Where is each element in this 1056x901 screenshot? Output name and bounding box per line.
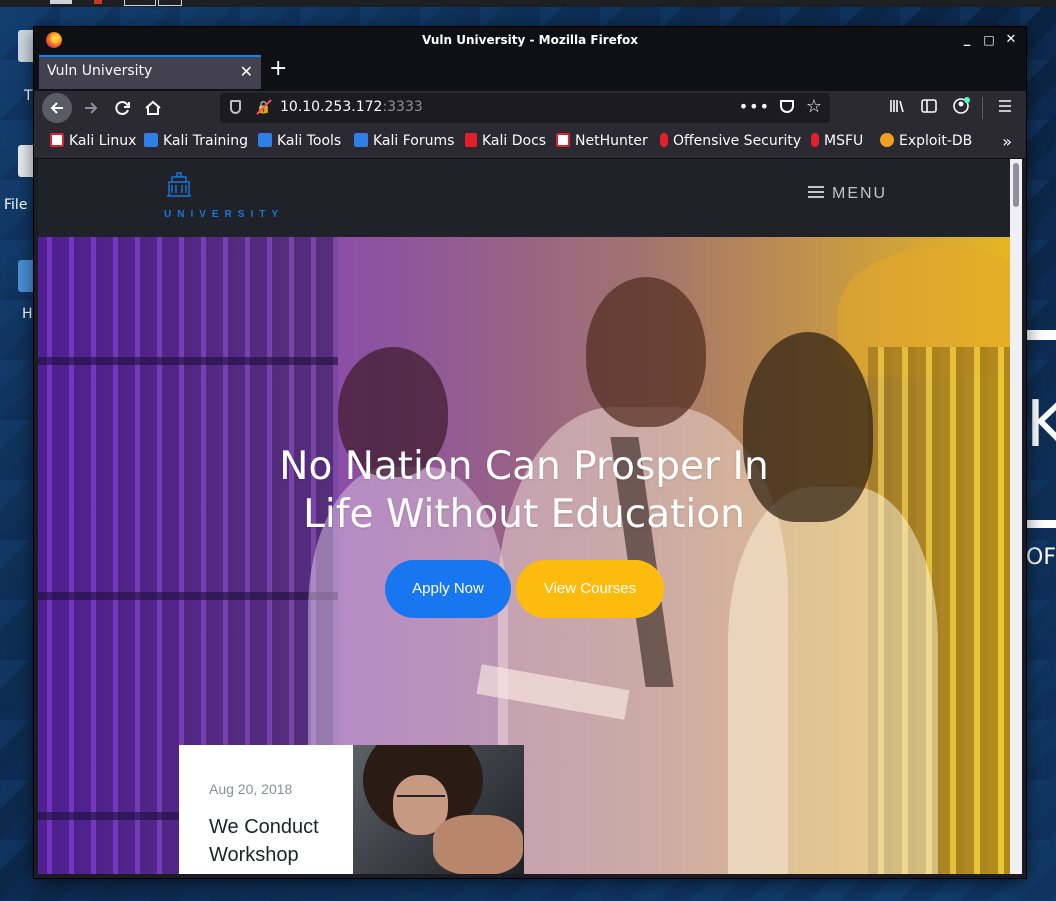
kali-tools-icon [258,133,272,147]
kali-forums-icon [354,133,368,147]
firefox-window: Vuln University - Mozilla Firefox _ □ ✕ … [34,27,1026,878]
desktop-panel [0,0,1056,7]
hero-title-line-1: No Nation Can Prosper In [279,444,769,489]
bookmark-star-icon[interactable]: ☆ [806,96,822,117]
tab-close-icon[interactable]: ✕ [240,62,253,81]
tab-title: Vuln University [47,63,153,79]
reload-icon [115,101,130,115]
kali-icon [50,133,64,147]
sidebar-icon[interactable] [920,97,938,119]
apply-now-button[interactable]: Apply Now [385,560,511,618]
tracking-protection-shield-icon[interactable] [230,100,241,114]
event-date: Aug 20, 2018 [209,781,293,797]
bookmarks-overflow-chevron-icon[interactable]: » [1002,132,1012,151]
event-title[interactable]: We Conduct Workshop [209,813,349,869]
home-button[interactable] [138,93,168,123]
bookmark-label: Offensive Security [673,133,802,149]
bookmark-label: Kali Forums [373,133,455,149]
desktop-label-trash: T [24,88,33,104]
kali-wallpaper-logo: K OF [1026,330,1056,590]
workspace-2[interactable] [158,0,182,6]
event-image-arm [433,815,523,874]
page-scrollbar[interactable] [1010,159,1022,874]
insecure-connection-icon[interactable]: 🔒 [256,100,271,114]
pocket-icon[interactable] [780,100,794,113]
bookmark-kali-linux[interactable]: Kali Linux [50,133,136,149]
minimize-button[interactable]: _ [958,31,976,49]
new-tab-button[interactable]: + [269,58,287,80]
tab-bar: Vuln University ✕ [34,53,1026,91]
library-icon[interactable] [888,97,906,119]
desktop-label-home: H [22,306,33,322]
back-button[interactable] [42,93,72,123]
bookmark-kali-tools[interactable]: Kali Tools [258,133,341,149]
bookmark-kali-forums[interactable]: Kali Forums [354,133,454,149]
bookmark-exploit-db[interactable]: Exploit-DB [880,133,972,149]
bookmark-label: Exploit-DB [899,133,973,149]
account-icon[interactable] [952,97,972,119]
event-image[interactable] [353,745,524,874]
kali-docs-icon [465,133,477,147]
university-building-icon[interactable] [164,169,194,199]
bookmark-label: Kali Linux [69,133,137,149]
bookmark-kali-training[interactable]: Kali Training [144,133,248,149]
reload-button[interactable] [108,93,138,123]
url-bar[interactable]: 🔒 10.10.253.172:3333 ••• ☆ [220,93,830,123]
toolbar-separator [982,97,983,119]
page-viewport: UNIVERSITY MENU No Nation Can Prosper In… [38,159,1010,874]
scrollbar-thumb[interactable] [1013,163,1019,207]
msfu-icon [811,133,819,147]
hamburger-menu-icon[interactable] [996,97,1014,119]
tab-vuln-university[interactable]: Vuln University ✕ [39,55,261,89]
bookmarks-toolbar: Kali Linux Kali Training Kali Tools Kali… [34,127,1026,159]
site-logo-text[interactable]: UNIVERSITY [164,209,284,220]
hero-banner: No Nation Can Prosper In Life Without Ed… [38,237,1010,874]
bookmark-label: Kali Tools [277,133,342,149]
home-icon [145,100,161,115]
panel-item[interactable] [94,0,102,4]
title-bar: Vuln University - Mozilla Firefox _ □ ✕ [34,27,1026,53]
panel-item[interactable] [50,0,72,4]
site-header: UNIVERSITY MENU [38,159,1010,237]
bookmark-label: NetHunter [575,133,648,149]
menu-label: MENU [832,185,888,202]
bookmark-offensive-security[interactable]: Offensive Security [660,133,801,149]
bookmark-label: MSFU [824,133,864,149]
exploitdb-icon [880,133,894,147]
nethunter-icon [556,133,570,147]
shelf-board [38,357,338,365]
page-actions-menu-icon[interactable]: ••• [739,97,770,116]
view-courses-button[interactable]: View Courses [516,560,664,618]
hamburger-icon [808,186,824,198]
navigation-toolbar: 🔒 10.10.253.172:3333 ••• ☆ [34,91,1026,127]
back-arrow-icon [50,102,63,114]
forward-arrow-icon [85,102,98,114]
bookmark-msfu[interactable]: MSFU [811,133,863,149]
student-center-head [586,277,706,427]
student-right [728,487,938,874]
desktop-label-file-system: File [4,197,28,213]
event-image-glasses [397,795,445,807]
url-port: :3333 [382,99,423,115]
kali-training-icon [144,133,158,147]
forward-button[interactable] [76,93,106,123]
workspace-1[interactable] [124,0,156,6]
url-host: 10.10.253.172 [280,99,383,115]
maximize-button[interactable]: □ [980,31,998,49]
bookmark-label: Kali Docs [482,133,547,149]
event-card[interactable]: Aug 20, 2018 We Conduct Workshop [179,745,353,874]
bookmark-nethunter[interactable]: NetHunter [556,133,648,149]
window-title: Vuln University - Mozilla Firefox [421,33,639,47]
offsec-icon [660,133,668,147]
close-window-button[interactable]: ✕ [1002,31,1020,49]
hero-title: No Nation Can Prosper In Life Without Ed… [224,443,824,539]
bookmark-kali-docs[interactable]: Kali Docs [465,133,546,149]
shelf-board [38,592,338,600]
url-text[interactable]: 10.10.253.172:3333 [280,99,423,115]
hero-title-line-2: Life Without Education [303,492,745,537]
menu-button[interactable]: MENU [808,185,887,203]
bookmark-label: Kali Training [163,133,248,149]
